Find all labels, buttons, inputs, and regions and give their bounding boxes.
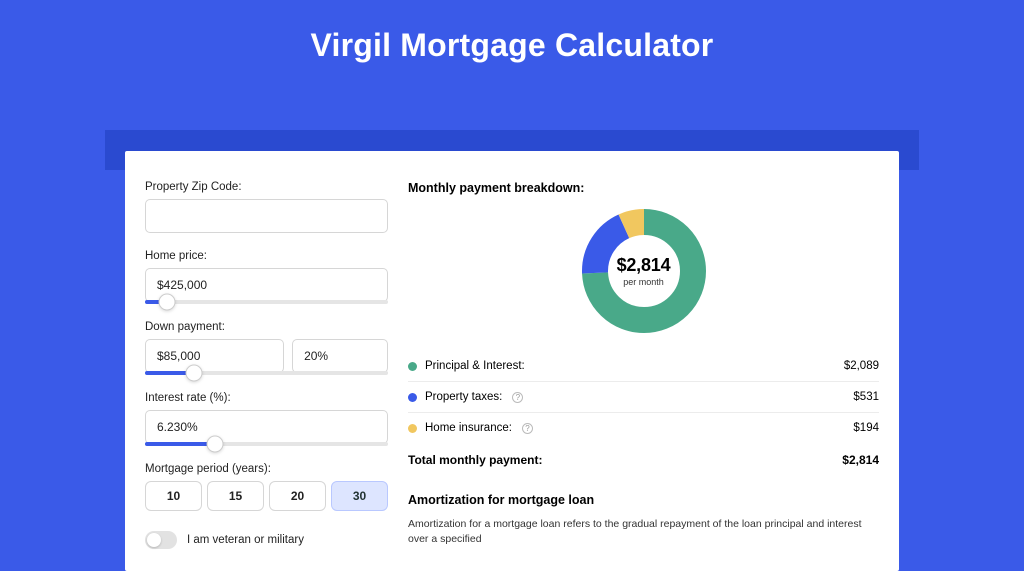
period-option-15[interactable]: 15 <box>207 481 264 511</box>
total-row: Total monthly payment: $2,814 <box>408 443 879 467</box>
zip-label: Property Zip Code: <box>145 181 388 193</box>
down-payment-amount-input[interactable]: $85,000 <box>145 339 284 373</box>
period-options: 10152030 <box>145 481 388 511</box>
legend-value: $2,089 <box>844 360 879 372</box>
home-price-input[interactable]: $425,000 <box>145 268 388 302</box>
period-option-10[interactable]: 10 <box>145 481 202 511</box>
slider-thumb[interactable] <box>185 365 202 382</box>
slider-track <box>145 442 215 446</box>
info-icon[interactable]: ? <box>522 423 533 434</box>
legend-row: Principal & Interest: $2,089 <box>408 351 879 382</box>
donut-chart-wrap: $2,814 per month <box>408 207 879 351</box>
info-icon[interactable]: ? <box>512 392 523 403</box>
amortization-title: Amortization for mortgage loan <box>408 493 879 507</box>
down-payment-percent-input[interactable]: 20% <box>292 339 388 373</box>
legend-value: $194 <box>853 422 879 434</box>
interest-label: Interest rate (%): <box>145 392 388 404</box>
down-payment-slider[interactable] <box>145 371 388 375</box>
legend-dot-icon <box>408 393 417 402</box>
calculator-card: Property Zip Code: Home price: $425,000 … <box>125 151 899 571</box>
legend-label: Home insurance: <box>425 422 512 434</box>
interest-slider[interactable] <box>145 442 388 446</box>
legend-dot-icon <box>408 362 417 371</box>
legend-dot-icon <box>408 424 417 433</box>
slider-thumb[interactable] <box>207 436 224 453</box>
legend-label: Property taxes: <box>425 391 502 403</box>
donut-chart: $2,814 per month <box>582 209 706 333</box>
breakdown-panel: Monthly payment breakdown: $2,814 per mo… <box>408 169 879 553</box>
donut-amount: $2,814 <box>617 255 671 276</box>
slider-thumb[interactable] <box>158 294 175 311</box>
donut-center: $2,814 per month <box>582 209 706 333</box>
home-price-label: Home price: <box>145 250 388 262</box>
period-option-20[interactable]: 20 <box>269 481 326 511</box>
down-payment-label: Down payment: <box>145 321 388 333</box>
period-label: Mortgage period (years): <box>145 463 388 475</box>
zip-input[interactable] <box>145 199 388 233</box>
amortization-text: Amortization for a mortgage loan refers … <box>408 517 879 546</box>
total-value: $2,814 <box>842 453 879 467</box>
veteran-label: I am veteran or military <box>187 534 304 546</box>
page-title: Virgil Mortgage Calculator <box>0 0 1024 86</box>
legend-row: Property taxes:? $531 <box>408 382 879 413</box>
veteran-toggle[interactable] <box>145 531 177 549</box>
legend-row: Home insurance:? $194 <box>408 413 879 443</box>
period-option-30[interactable]: 30 <box>331 481 388 511</box>
home-price-slider[interactable] <box>145 300 388 304</box>
interest-input[interactable]: 6.230% <box>145 410 388 444</box>
donut-sublabel: per month <box>623 277 664 287</box>
breakdown-title: Monthly payment breakdown: <box>408 181 879 195</box>
total-label: Total monthly payment: <box>408 453 542 467</box>
legend-label: Principal & Interest: <box>425 360 525 372</box>
inputs-panel: Property Zip Code: Home price: $425,000 … <box>145 169 388 553</box>
legend-value: $531 <box>853 391 879 403</box>
